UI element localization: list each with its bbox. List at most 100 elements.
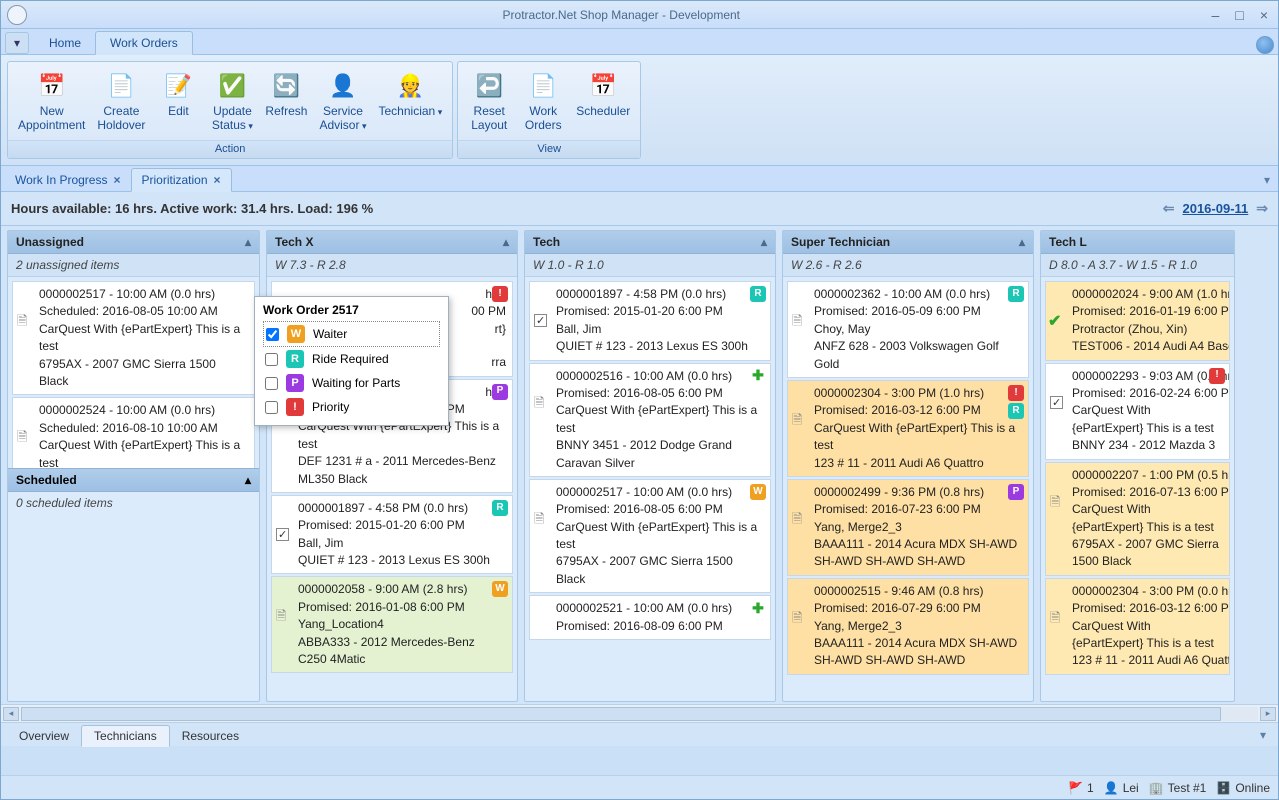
card-line: BNNY 3451 - 2012 Dodge Grand Caravan Sil…: [556, 437, 764, 472]
edit-button[interactable]: 📝 Edit: [151, 66, 205, 136]
priority-badge-icon: !: [492, 286, 508, 302]
tab-work-orders[interactable]: Work Orders: [95, 31, 193, 55]
help-icon[interactable]: [1256, 36, 1274, 54]
prev-day-button[interactable]: ⇐: [1163, 200, 1175, 217]
work-order-card[interactable]: P 🗎 0000002499 - 9:36 PM (0.8 hrs) Promi…: [787, 479, 1029, 576]
scroll-right-button[interactable]: ▸: [1260, 707, 1276, 721]
checkbox[interactable]: [1050, 396, 1063, 409]
close-button[interactable]: ×: [1256, 7, 1272, 23]
date-link[interactable]: 2016-09-11: [1182, 201, 1248, 216]
work-order-card[interactable]: R 0000001897 - 4:58 PM (0.0 hrs) Promise…: [271, 495, 513, 575]
work-order-card[interactable]: 🗎 0000002517 - 10:00 AM (0.0 hrs) Schedu…: [12, 281, 255, 395]
checkbox[interactable]: [266, 328, 279, 341]
bottom-tab-overview[interactable]: Overview: [7, 726, 81, 746]
maximize-button[interactable]: □: [1231, 7, 1247, 23]
parts-badge-icon: P: [1008, 484, 1024, 500]
work-order-card[interactable]: ✚ 🗎 0000002516 - 10:00 AM (0.0 hrs) Prom…: [529, 363, 771, 477]
card-line: ANFZ 628 - 2003 Volkswagen Golf Gold: [814, 338, 1022, 373]
card-line: CarQuest With {ePartExpert} This is a te…: [1072, 618, 1223, 653]
scheduler-button[interactable]: 📅 Scheduler: [570, 66, 636, 136]
work-order-card[interactable]: ✔ 0000002024 - 9:00 AM (1.0 hrs) Promise…: [1045, 281, 1230, 361]
ribbon: 📅 New Appointment 📄 Create Holdover 📝 Ed…: [1, 55, 1278, 166]
checkbox[interactable]: [265, 401, 278, 414]
card-line: 6795AX - 2007 GMC Sierra 1500 Black: [556, 553, 764, 588]
col-header-unassigned[interactable]: Unassigned ▴: [8, 231, 259, 254]
document-icon: 🗎: [1050, 609, 1060, 628]
refresh-button[interactable]: 🔄 Refresh: [259, 66, 313, 136]
popup-option-waiter[interactable]: W Waiter: [263, 321, 440, 347]
document-icon: 🗎: [792, 411, 802, 430]
scroll-left-button[interactable]: ◂: [3, 707, 19, 721]
work-order-card[interactable]: 🗎 0000002515 - 9:46 AM (0.8 hrs) Promise…: [787, 578, 1029, 675]
work-order-card[interactable]: ✚ 0000002521 - 10:00 AM (0.0 hrs) Promis…: [529, 595, 771, 640]
popup-option-priority[interactable]: ! Priority: [263, 395, 440, 419]
work-order-card[interactable]: 🗎 0000002524 - 10:00 AM (0.0 hrs) Schedu…: [12, 397, 255, 468]
close-icon[interactable]: ×: [214, 173, 221, 187]
col-header-tech-x[interactable]: Tech X ▴: [267, 231, 517, 254]
scroll-thumb[interactable]: [21, 707, 1221, 721]
checkbox[interactable]: [534, 314, 547, 327]
work-order-card[interactable]: ! 0000002293 - 9:03 AM (0.0 hrs) Promise…: [1045, 363, 1230, 460]
checkbox[interactable]: [265, 377, 278, 390]
subtab-work-in-progress[interactable]: Work In Progress ×: [5, 169, 131, 191]
edit-label: Edit: [168, 104, 189, 118]
collapse-icon[interactable]: ▴: [761, 235, 767, 249]
ride-badge-icon: R: [492, 500, 508, 516]
work-order-card[interactable]: R 🗎 0000002362 - 10:00 AM (0.0 hrs) Prom…: [787, 281, 1029, 378]
technician-button[interactable]: 👷 Technician: [373, 66, 449, 136]
card-line: CarQuest With {ePartExpert} This is a te…: [1072, 402, 1223, 437]
column-tech: Tech ▴ W 1.0 - R 1.0 R 0000001897 - 4:58…: [524, 230, 776, 702]
col-header-scheduled[interactable]: Scheduled ▴: [8, 468, 259, 492]
work-order-card[interactable]: W 🗎 0000002517 - 10:00 AM (0.0 hrs) Prom…: [529, 479, 771, 593]
status-notifications[interactable]: 🚩 1: [1068, 781, 1094, 795]
collapse-icon[interactable]: ▴: [1019, 235, 1025, 249]
col-header-super[interactable]: Super Technician ▴: [783, 231, 1033, 254]
col-header-tech-l[interactable]: Tech L: [1041, 231, 1234, 254]
collapse-icon[interactable]: ▴: [245, 235, 251, 249]
document-icon: 🗎: [792, 510, 802, 529]
tab-home[interactable]: Home: [35, 32, 95, 54]
update-status-label: Update Status: [212, 104, 253, 132]
work-order-card[interactable]: 🗎 0000002207 - 1:00 PM (0.5 hrs) Promise…: [1045, 462, 1230, 576]
card-line: Promised: 2016-03-12 6:00 PM: [814, 402, 1022, 419]
collapse-icon[interactable]: ▴: [503, 235, 509, 249]
subtab-prioritization[interactable]: Prioritization ×: [131, 168, 232, 192]
work-order-card[interactable]: ! R 🗎 0000002304 - 3:00 PM (1.0 hrs) Pro…: [787, 380, 1029, 477]
service-advisor-button[interactable]: 👤 Service Advisor: [313, 66, 372, 136]
horizontal-scrollbar[interactable]: ◂ ▸: [1, 704, 1278, 722]
work-orders-button[interactable]: 📄 Work Orders: [516, 66, 570, 136]
status-user[interactable]: 👤 Lei: [1104, 781, 1139, 795]
bottom-tab-technicians[interactable]: Technicians: [81, 725, 170, 747]
reset-layout-button[interactable]: ↩️ Reset Layout: [462, 66, 516, 136]
collapse-icon[interactable]: ▴: [245, 473, 251, 487]
col-title: Scheduled: [16, 473, 77, 487]
close-icon[interactable]: ×: [113, 173, 120, 187]
work-order-card[interactable]: 🗎 0000002304 - 3:00 PM (0.0 hrs) Promise…: [1045, 578, 1230, 675]
status-test[interactable]: 🏢 Test #1: [1149, 781, 1207, 795]
scroll-track[interactable]: [21, 707, 1258, 721]
minimize-button[interactable]: –: [1208, 7, 1224, 23]
tabs-more-button[interactable]: ▾: [1260, 169, 1274, 191]
card-line: Ball, Jim: [298, 535, 506, 552]
waiter-badge-icon: W: [492, 581, 508, 597]
new-appointment-button[interactable]: 📅 New Appointment: [12, 66, 91, 136]
update-status-button[interactable]: ✅ Update Status: [205, 66, 259, 136]
window-title: Protractor.Net Shop Manager - Developmen…: [35, 8, 1208, 22]
work-order-card[interactable]: R 0000001897 - 4:58 PM (0.0 hrs) Promise…: [529, 281, 771, 361]
app-menu-button[interactable]: ▾: [5, 32, 29, 54]
column-tech-l: Tech L D 8.0 - A 3.7 - W 1.5 - R 1.0 ✔ 0…: [1040, 230, 1235, 702]
bottom-tab-resources[interactable]: Resources: [170, 726, 251, 746]
status-online[interactable]: 🗄️ Online: [1216, 781, 1270, 795]
card-line: 0000002515 - 9:46 AM (0.8 hrs): [814, 583, 1022, 600]
create-holdover-button[interactable]: 📄 Create Holdover: [91, 66, 151, 136]
bottom-tabs-more[interactable]: ▾: [1254, 724, 1272, 746]
checkbox[interactable]: [265, 353, 278, 366]
popup-option-ride[interactable]: R Ride Required: [263, 347, 440, 371]
checkbox[interactable]: [276, 528, 289, 541]
next-day-button[interactable]: ⇒: [1256, 200, 1268, 217]
popup-option-parts[interactable]: P Waiting for Parts: [263, 371, 440, 395]
database-icon: 🗄️: [1216, 781, 1231, 795]
work-orders-label: Work Orders: [525, 104, 562, 132]
work-order-card[interactable]: W 🗎 0000002058 - 9:00 AM (2.8 hrs) Promi…: [271, 576, 513, 673]
col-header-tech[interactable]: Tech ▴: [525, 231, 775, 254]
